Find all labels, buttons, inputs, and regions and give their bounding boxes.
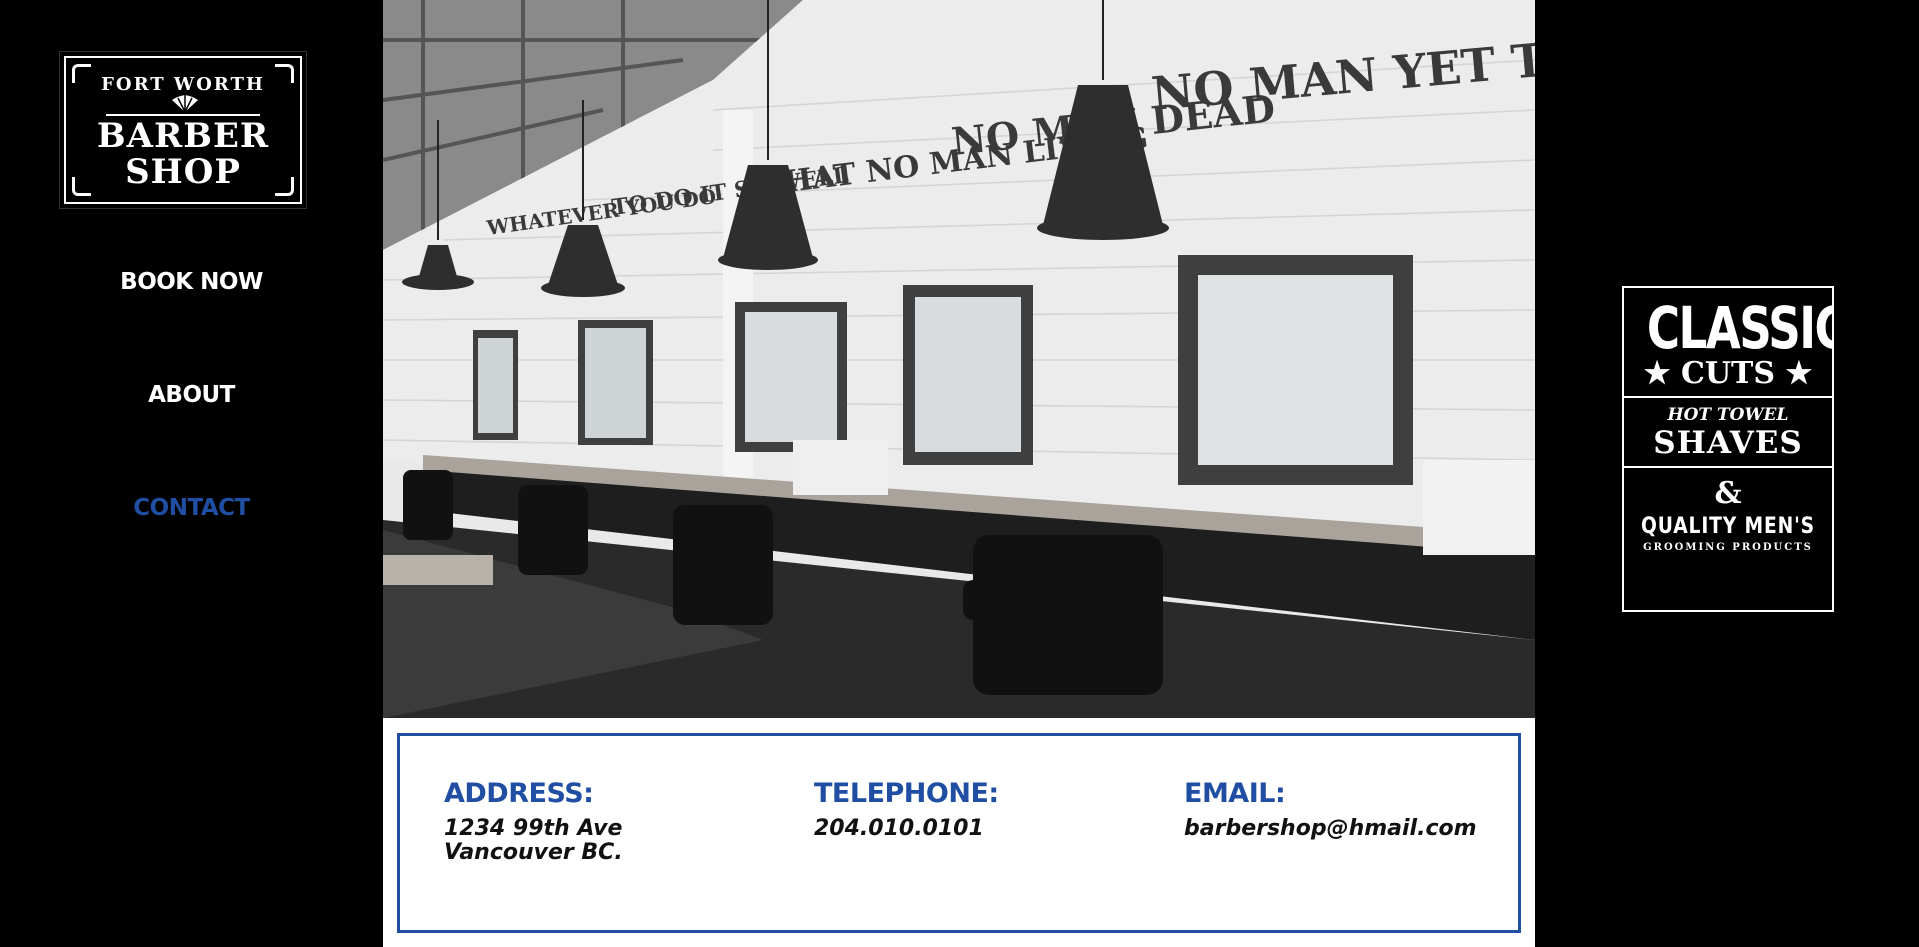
contact-section: ADDRESS: 1234 99th Ave Vancouver BC. TEL… — [383, 718, 1535, 947]
address-value: 1234 99th Ave Vancouver BC. — [444, 817, 623, 865]
nav-about[interactable]: ABOUT — [0, 375, 383, 488]
badge-divider — [1624, 466, 1832, 468]
fan-ornament-icon — [172, 95, 198, 112]
logo-main-text: BARBER SHOP — [66, 118, 300, 190]
badge-ampersand: & — [1714, 476, 1742, 511]
telephone-value[interactable]: 204.010.0101 — [814, 817, 999, 841]
email-label: EMAIL: — [1184, 778, 1286, 809]
badge-classic: CLASSIC — [1646, 294, 1834, 362]
telephone-block: TELEPHONE: 204.010.0101 — [814, 778, 999, 841]
logo-top-text: FORT WORTH — [101, 74, 265, 95]
interior-illustration: WHATEVER YOU DO TO DO IT SO WELL THAT NO… — [383, 0, 1535, 718]
contact-card: ADDRESS: 1234 99th Ave Vancouver BC. TEL… — [397, 733, 1521, 933]
address-line-2: Vancouver BC. — [444, 840, 623, 865]
barbershop-interior-photo: WHATEVER YOU DO TO DO IT SO WELL THAT NO… — [383, 0, 1535, 718]
barber-shop-logo[interactable]: FORT WORTH BARBER SHOP — [64, 56, 302, 204]
address-line-1: 1234 99th Ave — [444, 816, 623, 841]
logo-line-barber: BARBER — [96, 116, 270, 156]
email-block: EMAIL: barbershop@hmail.com — [1184, 778, 1477, 841]
badge-grooming: GROOMING PRODUCTS — [1643, 542, 1813, 553]
badge-shaves: SHAVES — [1653, 425, 1803, 461]
badge-quality: QUALITY MEN'S — [1641, 514, 1815, 539]
address-block: ADDRESS: 1234 99th Ave Vancouver BC. — [444, 778, 623, 865]
email-value[interactable]: barbershop@hmail.com — [1184, 817, 1477, 841]
nav-contact[interactable]: CONTACT — [0, 488, 383, 601]
nav-book-now[interactable]: BOOK NOW — [0, 262, 383, 375]
badge-cuts: ★ CUTS ★ — [1643, 356, 1813, 391]
address-label: ADDRESS: — [444, 778, 594, 809]
badge-hot-towel: HOT TOWEL — [1667, 405, 1789, 425]
classic-cuts-badge: CLASSIC ★ CUTS ★ HOT TOWEL SHAVES & QUAL… — [1622, 286, 1834, 612]
main-nav: BOOK NOW ABOUT CONTACT — [0, 262, 383, 601]
badge-divider — [1624, 396, 1832, 398]
logo-line-shop: SHOP — [125, 152, 241, 192]
telephone-label: TELEPHONE: — [814, 778, 999, 809]
